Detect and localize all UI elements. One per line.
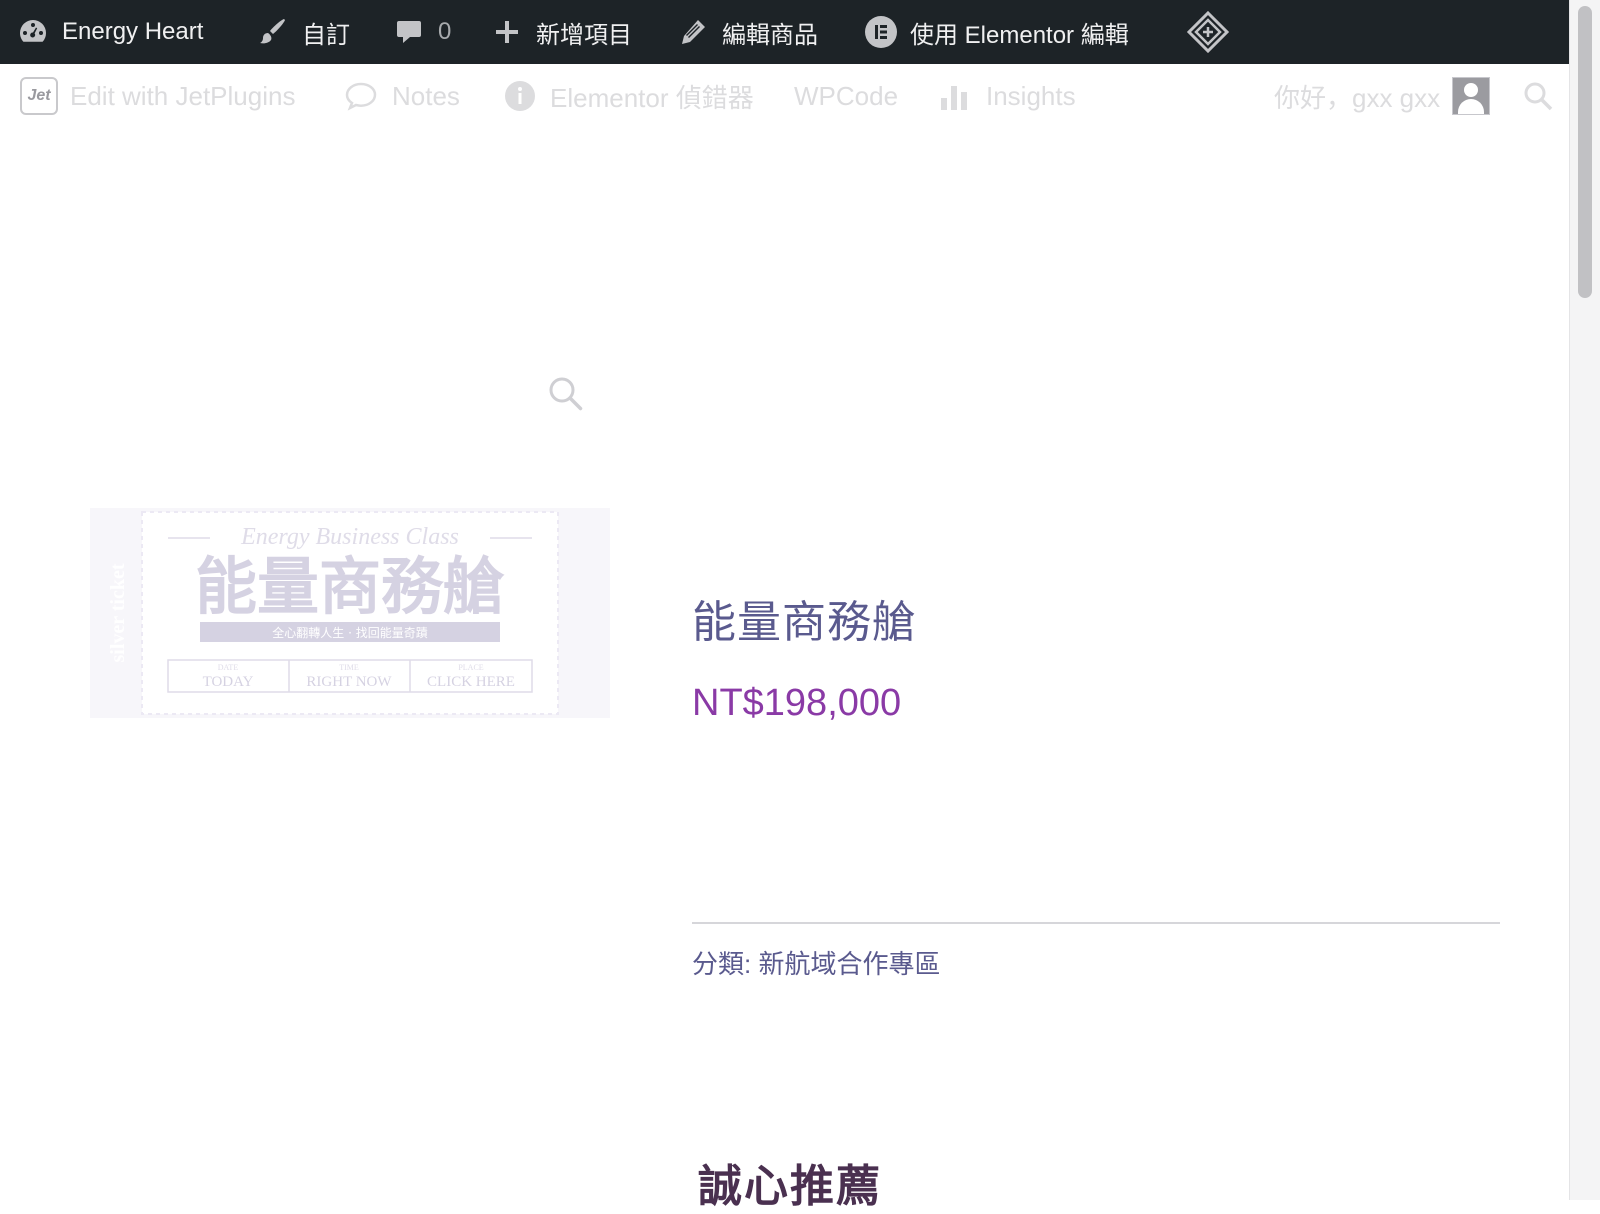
elementor-debugger-link[interactable]: Elementor 偵錯器 xyxy=(504,64,754,128)
edit-with-elementor-label: 使用 Elementor 編輯 xyxy=(910,21,1129,49)
category-label: 分類: xyxy=(692,949,752,979)
pencil-icon xyxy=(676,15,710,49)
jet-logo-icon: Jet xyxy=(20,77,58,115)
greeting-label: 你好，gxx gxx xyxy=(1274,82,1441,113)
product-price: NT$198,000 xyxy=(692,682,902,724)
product-image[interactable]: silver ticket Energy Business Class 能量商務… xyxy=(90,508,610,718)
site-name-label: Energy Heart xyxy=(62,18,204,45)
comment-icon xyxy=(392,15,426,49)
ticket-script-title: Energy Business Class xyxy=(240,524,459,550)
site-name-menu[interactable]: Energy Heart xyxy=(16,0,203,64)
new-item-menu[interactable]: 新增項目 xyxy=(490,0,632,64)
ticket-col-big-2: RIGHT NOW xyxy=(306,674,392,690)
plus-icon xyxy=(490,15,524,49)
wpcode-label: WPCode xyxy=(794,80,899,111)
ticket-col-small-3: PLACE xyxy=(458,663,483,672)
comments-count: 0 xyxy=(438,18,452,45)
magnifier-icon xyxy=(546,374,586,414)
search-toggle[interactable] xyxy=(1522,64,1554,128)
search-icon xyxy=(1522,80,1554,112)
elementor-icon xyxy=(864,15,898,49)
notes-link[interactable]: Notes xyxy=(344,64,460,128)
recommend-heading: 誠心推薦 xyxy=(698,1162,882,1211)
plugin-toolbar: Jet Edit with JetPlugins Notes Elementor… xyxy=(0,64,1570,128)
edit-with-elementor-link[interactable]: 使用 Elementor 編輯 xyxy=(864,0,1129,64)
insights-label: Insights xyxy=(986,80,1076,111)
customize-menu[interactable]: 自訂 xyxy=(256,0,350,64)
dashboard-icon xyxy=(16,15,50,49)
notes-label: Notes xyxy=(392,80,460,111)
comments-menu[interactable]: 0 xyxy=(392,0,451,64)
wpcode-link[interactable]: WPCode xyxy=(794,64,898,128)
category-link[interactable]: 新航域合作專區 xyxy=(758,949,940,979)
edit-product-label: 編輯商品 xyxy=(722,21,818,49)
edit-with-jetplugins-link[interactable]: Jet Edit with JetPlugins xyxy=(20,64,295,128)
elementor-debugger-label: Elementor 偵錯器 xyxy=(550,82,754,113)
ticket-col-big-1: TODAY xyxy=(203,674,254,690)
ticket-col-small-1: DATE xyxy=(218,663,239,672)
admin-bar: Energy Heart 自訂 0 新增項目 編輯商品 使用 Elementor… xyxy=(0,0,1570,64)
product-title: 能量商務艙 xyxy=(692,598,917,647)
insights-link[interactable]: Insights xyxy=(938,64,1076,128)
ticket-col-small-2: TIME xyxy=(339,663,359,672)
my-account-menu[interactable]: 你好，gxx gxx xyxy=(1274,64,1491,128)
page-scrollbar[interactable] xyxy=(1569,0,1600,1200)
ticket-col-big-3: CLICK HERE xyxy=(427,674,515,690)
info-icon xyxy=(504,80,536,112)
customize-label: 自訂 xyxy=(302,21,350,49)
summary-divider xyxy=(692,922,1500,924)
edit-product-link[interactable]: 編輯商品 xyxy=(676,0,818,64)
ticket-side-text: silver ticket xyxy=(107,563,129,662)
ticket-banner: 全心翻轉人生 · 找回能量奇蹟 xyxy=(272,625,427,640)
ticket-title: 能量商務艙 xyxy=(195,550,505,623)
brush-icon xyxy=(256,15,290,49)
avatar xyxy=(1452,77,1491,115)
edit-with-jetplugins-label: Edit with JetPlugins xyxy=(70,80,296,111)
plugin-diamond-menu[interactable] xyxy=(1186,0,1242,64)
speech-bubble-icon xyxy=(344,81,378,111)
product-category: 分類: 新航域合作專區 xyxy=(692,944,940,981)
scrollbar-thumb[interactable] xyxy=(1578,6,1592,298)
gallery-zoom-trigger[interactable] xyxy=(546,374,586,419)
new-item-label: 新增項目 xyxy=(536,21,632,49)
diamond-logo-icon xyxy=(1186,10,1230,54)
bar-chart-icon xyxy=(938,80,970,112)
